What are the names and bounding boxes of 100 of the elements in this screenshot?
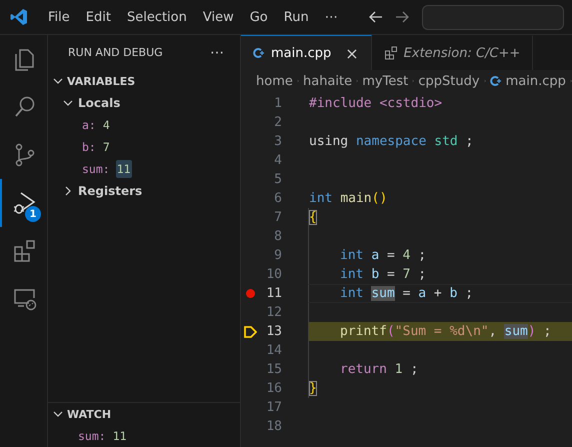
code-token: ( [386, 324, 395, 339]
variable-value: 11 [116, 160, 132, 178]
line-number: 18 [265, 419, 282, 434]
code-token: b [371, 267, 380, 282]
search-field[interactable] [422, 4, 564, 30]
line-number: 16 [265, 381, 282, 396]
line-number: 6 [273, 191, 282, 206]
code-token: printf [340, 324, 387, 339]
code-token: #include <cstdio> [309, 96, 442, 111]
breadcrumb-item[interactable]: home [256, 74, 293, 88]
panel-title: RUN AND DEBUG [68, 46, 163, 59]
code-token: () [372, 191, 388, 206]
code-token: main [340, 191, 372, 206]
menu-item[interactable]: View [194, 10, 242, 24]
code-token: + [432, 286, 443, 301]
variable-name: sum: [78, 429, 106, 443]
code-token: } [309, 381, 317, 396]
breadcrumb-item[interactable]: hahaite [302, 74, 352, 88]
section-title: WATCH [67, 408, 112, 420]
code-token: = [386, 248, 396, 263]
tree-item[interactable]: Registers [48, 180, 240, 202]
code-token: "Sum = %d\n" [394, 324, 489, 339]
app-logo-icon [10, 8, 28, 26]
code-token: ; [417, 267, 426, 282]
breadcrumb-item[interactable]: myTest [362, 74, 408, 88]
code-token: 1 [394, 362, 403, 377]
variable-value: 11 [112, 428, 128, 445]
menu-item[interactable]: Selection [118, 10, 195, 24]
code-token: ; [464, 286, 474, 301]
play-bug-icon [12, 190, 38, 216]
line-number: 12 [265, 305, 282, 320]
code-token: ) [528, 324, 536, 339]
code-token: namespace [356, 134, 428, 149]
breakpoint-icon[interactable] [246, 289, 254, 298]
section-header[interactable]: VARIABLES [48, 70, 240, 92]
chevron-down-icon[interactable] [53, 409, 63, 419]
chevron-down-icon[interactable] [63, 98, 73, 108]
tree-label: Locals [78, 96, 120, 110]
code-token: sum [504, 324, 528, 339]
menu-item[interactable]: Edit [78, 10, 119, 24]
line-number: 13 [265, 324, 282, 339]
tree-label: Registers [78, 184, 142, 198]
menu-item[interactable]: Go [242, 10, 276, 24]
section-header[interactable]: WATCH [48, 403, 240, 425]
blocks-icon [12, 238, 38, 264]
menu-item[interactable]: ⋯ [316, 10, 346, 24]
blocks-icon [384, 46, 398, 60]
forward-arrow-icon[interactable] [394, 9, 410, 25]
line-number: 15 [265, 362, 282, 377]
c-plus-plus-file-icon [490, 75, 502, 87]
code-token: sum [371, 286, 395, 301]
count-badge: 1 [25, 206, 41, 222]
code-token: = [402, 286, 412, 301]
line-number: 7 [273, 210, 282, 225]
breadcrumb-item[interactable]: cppStudy [418, 74, 480, 88]
back-arrow-icon[interactable] [368, 9, 384, 25]
section-title: VARIABLES [67, 74, 136, 88]
current-line-arrow-icon [243, 324, 257, 338]
code-token: int [309, 191, 334, 206]
line-number: 4 [273, 153, 282, 168]
variable-name: b: [82, 140, 96, 154]
variable-name: a: [82, 118, 96, 132]
code-token: return [340, 362, 388, 377]
tab-label: Extension: C/C++ [404, 46, 520, 60]
code-token: = [386, 267, 396, 282]
c-plus-plus-file-icon [253, 47, 265, 59]
chevron-right-icon[interactable] [63, 186, 73, 196]
code-token: , [488, 324, 498, 339]
variable-name: sum: [82, 162, 110, 176]
code-token: ; [409, 362, 418, 377]
line-number: 10 [265, 267, 282, 282]
variable-value: 4 [102, 117, 111, 134]
code-token: 7 [402, 267, 410, 282]
line-number: 2 [273, 115, 282, 130]
tab-label: main.cpp [271, 46, 332, 60]
variable-value: 7 [102, 139, 111, 156]
line-number: 11 [265, 286, 282, 301]
chevron-down-icon[interactable] [53, 76, 63, 86]
code-token: a [371, 248, 380, 263]
tree-item[interactable]: Locals [48, 92, 240, 114]
close-button[interactable]: × [345, 44, 359, 62]
editor-tab[interactable]: main.cpp × [241, 35, 372, 70]
code-token: 4 [402, 248, 410, 263]
code-token: int [340, 267, 364, 282]
code-token: a [418, 286, 426, 301]
menu-item[interactable]: File [40, 10, 78, 24]
code-token: std [434, 134, 458, 149]
line-number: 9 [273, 248, 282, 263]
editor-tab[interactable]: Extension: C/C++ [372, 35, 534, 70]
breadcrumb-item[interactable]: main.cpp [490, 74, 566, 88]
line-number: 17 [265, 400, 282, 415]
line-number: 14 [265, 343, 282, 358]
code-token: int [340, 286, 364, 301]
menu-item[interactable]: Run [276, 10, 317, 24]
code-token: ; [464, 134, 474, 149]
line-number: 5 [273, 172, 282, 187]
more-actions-button[interactable]: ⋯ [210, 44, 224, 60]
code-token: ; [417, 248, 426, 263]
line-number: 8 [273, 229, 282, 244]
code-token: ; [542, 324, 552, 339]
